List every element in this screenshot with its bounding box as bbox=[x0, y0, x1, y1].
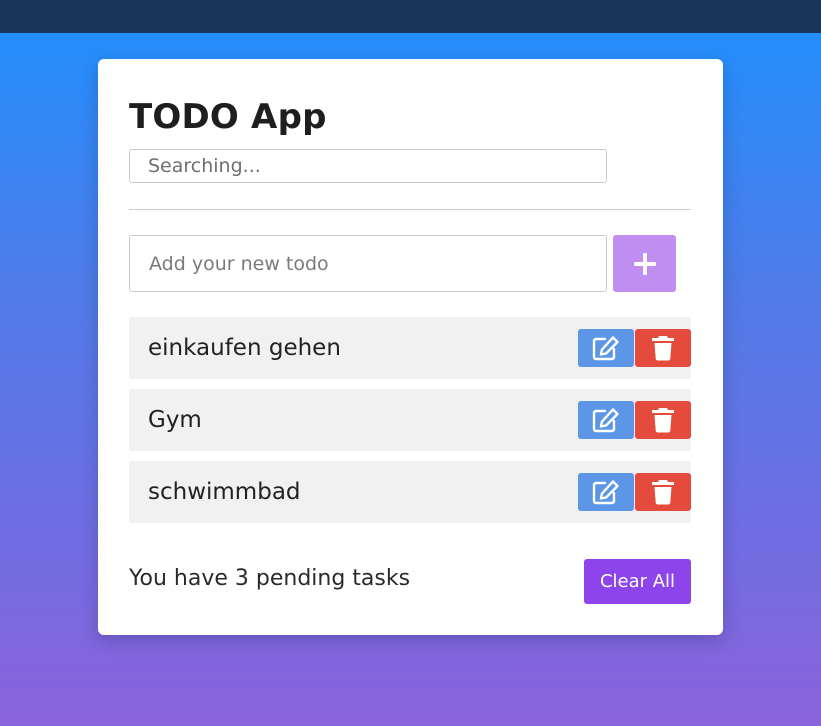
new-todo-input[interactable] bbox=[129, 235, 607, 292]
edit-todo-button[interactable] bbox=[578, 473, 634, 511]
todo-item: schwimmbad bbox=[129, 461, 691, 523]
edit-icon bbox=[592, 336, 619, 361]
todo-text: Gym bbox=[148, 407, 202, 433]
todo-card: TODO App einkaufen gehen bbox=[98, 59, 723, 635]
pending-tasks-text: You have 3 pending tasks bbox=[129, 566, 411, 591]
search-input[interactable] bbox=[129, 149, 607, 183]
edit-todo-button[interactable] bbox=[578, 329, 634, 367]
add-todo-button[interactable] bbox=[613, 235, 676, 292]
divider bbox=[129, 209, 691, 210]
todo-text: einkaufen gehen bbox=[148, 335, 341, 361]
todo-item: Gym bbox=[129, 389, 691, 451]
page-title: TODO App bbox=[129, 97, 327, 137]
todo-text: schwimmbad bbox=[148, 479, 301, 505]
trash-icon bbox=[652, 480, 674, 505]
trash-icon bbox=[652, 408, 674, 433]
todo-list: einkaufen gehen Gym schwimmbad bbox=[129, 317, 691, 533]
top-bar bbox=[0, 0, 821, 33]
edit-todo-button[interactable] bbox=[578, 401, 634, 439]
plus-icon bbox=[633, 252, 656, 275]
delete-todo-button[interactable] bbox=[635, 473, 691, 511]
trash-icon bbox=[652, 336, 674, 361]
delete-todo-button[interactable] bbox=[635, 401, 691, 439]
clear-all-button[interactable]: Clear All bbox=[584, 559, 691, 604]
edit-icon bbox=[592, 408, 619, 433]
delete-todo-button[interactable] bbox=[635, 329, 691, 367]
edit-icon bbox=[592, 480, 619, 505]
todo-item: einkaufen gehen bbox=[129, 317, 691, 379]
